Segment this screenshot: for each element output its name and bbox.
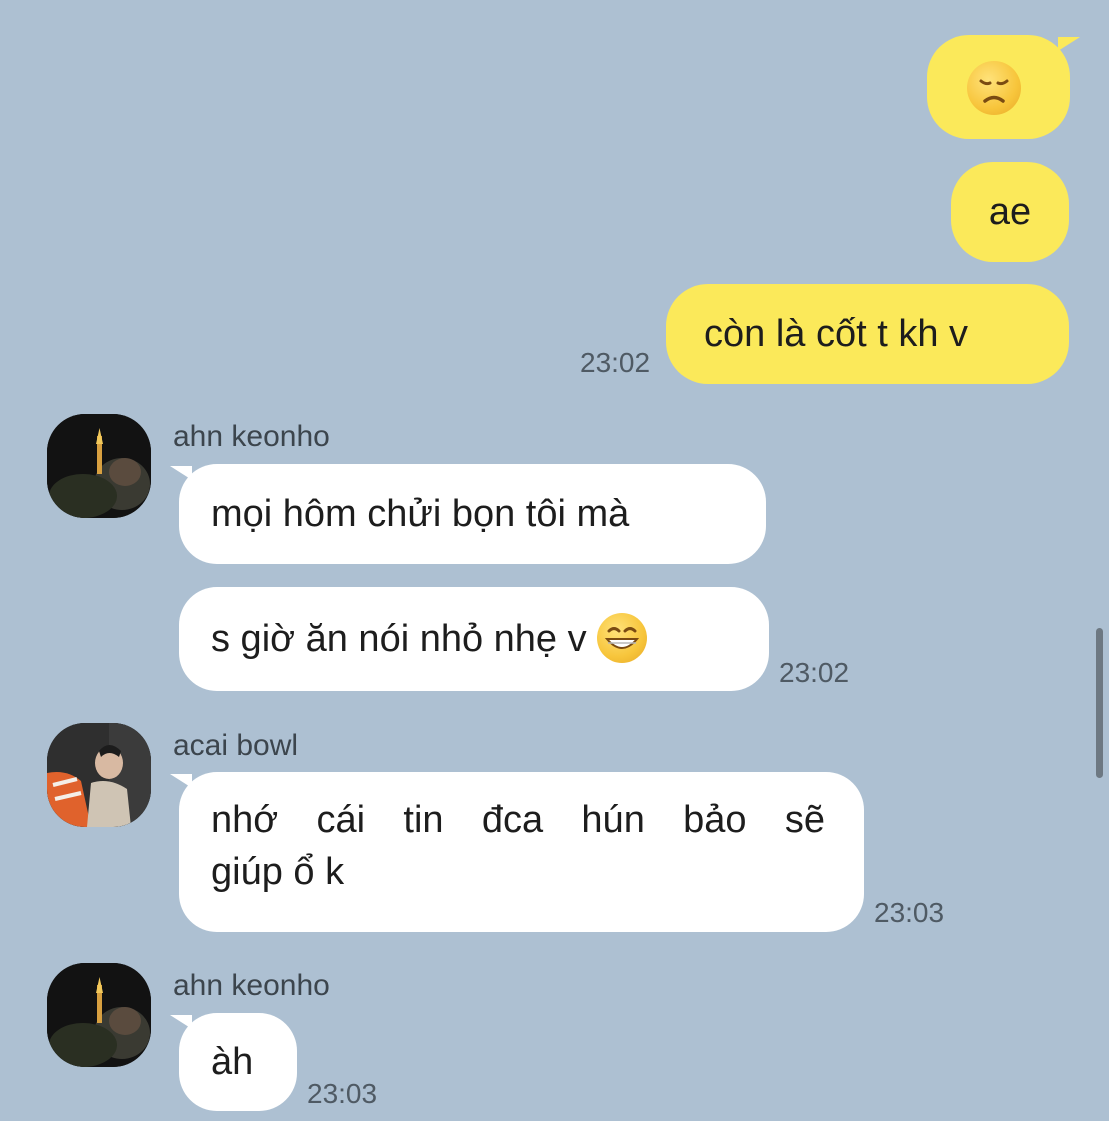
avatar-ahn-keonho[interactable] [47,414,151,518]
incoming-message-text: àh [211,1041,254,1083]
avatar-acai-bowl[interactable] [47,723,151,827]
outgoing-message[interactable]: còn là cốt t kh v [666,284,1069,384]
disappointed-face-emoji-icon [967,61,1021,115]
incoming-bubble-tail [170,774,192,788]
message-timestamp: 23:02 [779,657,850,688]
grinning-face-emoji-icon [597,612,648,663]
night-tower-photo-icon [47,963,151,1067]
incoming-message-text-line: nhớ cái tin đca hún bảo sẽ [211,799,825,841]
outgoing-message[interactable]: ae [951,162,1069,262]
incoming-message[interactable]: s giờ ăn nói nhỏ nhẹ v [179,587,769,691]
orange-jacket-photo-icon [47,723,151,827]
incoming-message-text-line: giúp ổ k [211,851,345,893]
sender-name: acai bowl [173,729,299,762]
chat-scrollbar[interactable] [1096,628,1103,778]
avatar-ahn-keonho[interactable] [47,963,151,1067]
incoming-bubble-tail [170,1015,192,1029]
outgoing-message-emoji[interactable] [927,35,1070,139]
incoming-message[interactable]: àh [179,1013,297,1111]
outgoing-bubble-tail [1058,37,1080,51]
incoming-bubble-tail [170,466,192,480]
message-timestamp: 23:03 [307,1078,378,1109]
sender-name: ahn keonho [173,969,330,1002]
night-tower-photo-icon [47,414,151,518]
outgoing-message-text: còn là cốt t kh v [704,313,969,355]
incoming-message-text: mọi hôm chửi bọn tôi mà [211,493,630,535]
outgoing-message-text: ae [988,191,1032,233]
message-timestamp: 23:03 [874,897,945,928]
sender-name: ahn keonho [173,420,330,453]
incoming-message-text: s giờ ăn nói nhỏ nhẹ v [211,618,587,660]
incoming-message[interactable]: mọi hôm chửi bọn tôi mà [179,464,766,564]
outgoing-timestamp: 23:02 [580,347,651,378]
incoming-message[interactable]: nhớ cái tin đca hún bảo sẽ giúp ổ k [179,772,864,932]
